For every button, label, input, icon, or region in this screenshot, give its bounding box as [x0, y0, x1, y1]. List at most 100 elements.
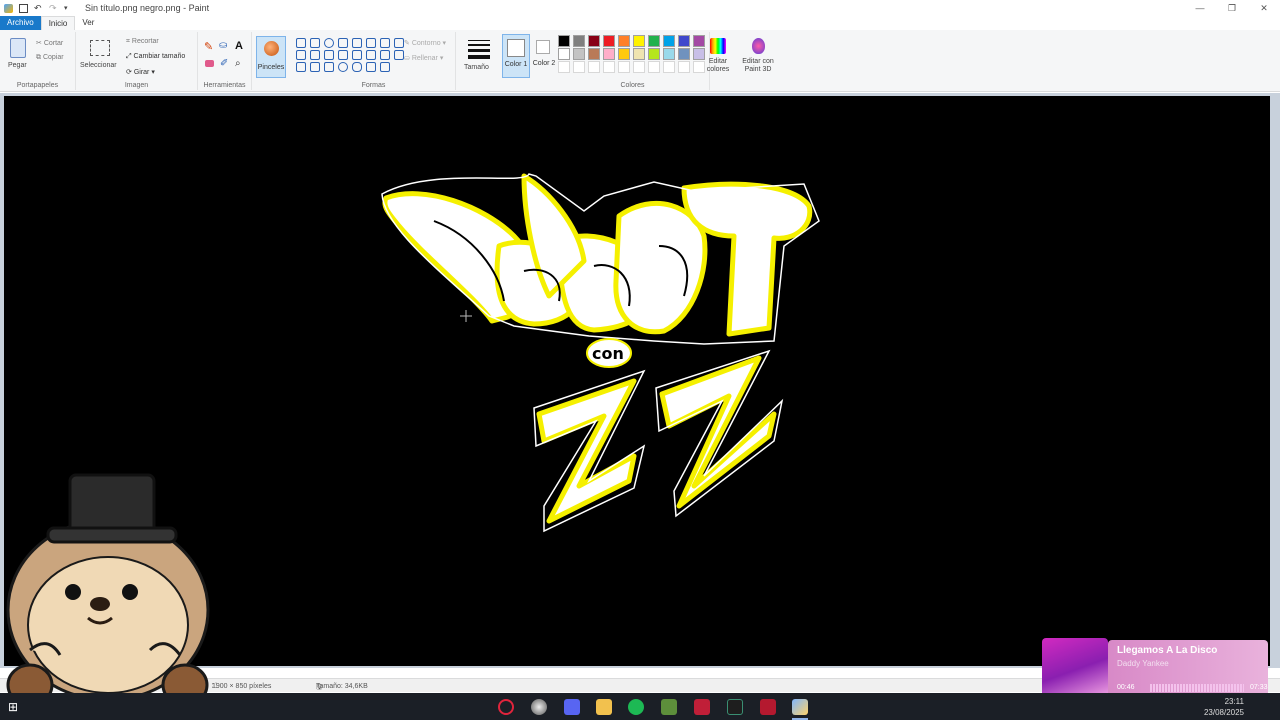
color-swatch[interactable]: [618, 61, 630, 73]
color-swatch[interactable]: [558, 35, 570, 47]
obs-icon[interactable]: [531, 699, 547, 715]
opera-browser-icon[interactable]: [498, 699, 514, 715]
color-swatch[interactable]: [663, 61, 675, 73]
color-swatch[interactable]: [603, 35, 615, 47]
color-swatch[interactable]: [633, 61, 645, 73]
pencil-icon[interactable]: ✎: [204, 40, 213, 53]
lightning-shape-icon[interactable]: [380, 62, 390, 72]
color-swatch[interactable]: [603, 48, 615, 60]
color-swatch[interactable]: [633, 35, 645, 47]
paint-taskbar-icon[interactable]: [792, 699, 808, 715]
edit-colors-button[interactable]: Editar colores: [704, 36, 732, 80]
callout-cloud-shape-icon[interactable]: [352, 62, 362, 72]
resize-button[interactable]: ⤢ Cambiar tamaño: [126, 53, 185, 61]
down-arrow-shape-icon[interactable]: [380, 50, 390, 60]
file-explorer-icon[interactable]: [596, 699, 612, 715]
undo-icon[interactable]: ↶: [34, 3, 43, 13]
color-swatch[interactable]: [573, 35, 585, 47]
color-swatch[interactable]: [648, 48, 660, 60]
eraser-icon[interactable]: [205, 60, 214, 67]
tab-home[interactable]: Inicio: [40, 16, 76, 30]
discord-icon[interactable]: [564, 699, 580, 715]
star4-shape-icon[interactable]: [394, 50, 404, 60]
rounded-rect-shape-icon[interactable]: [352, 38, 362, 48]
windows-start-icon[interactable]: ⊞: [8, 699, 24, 715]
terminal-icon[interactable]: [727, 699, 743, 715]
valorant-icon[interactable]: [760, 699, 776, 715]
capcut-icon[interactable]: [694, 699, 710, 715]
rectangle-shape-icon[interactable]: [338, 38, 348, 48]
save-icon[interactable]: [19, 3, 28, 13]
customize-chevron-icon[interactable]: ▾: [64, 4, 73, 13]
rotate-button[interactable]: ⟳ Girar ▾: [126, 68, 155, 76]
color-swatch[interactable]: [618, 48, 630, 60]
pentagon-shape-icon[interactable]: [310, 50, 320, 60]
cut-button[interactable]: ✂ Cortar: [36, 39, 63, 47]
fill-bucket-icon[interactable]: ⛀: [219, 40, 227, 51]
copy-button[interactable]: ⧉ Copiar: [36, 54, 64, 62]
outline-button[interactable]: ✎ Contorno ▾: [404, 39, 446, 47]
line-shape-icon[interactable]: [296, 38, 306, 48]
color1-button[interactable]: Color 1: [502, 34, 530, 78]
color-swatch[interactable]: [558, 61, 570, 73]
color-swatch[interactable]: [588, 35, 600, 47]
taskbar: ⊞ 23:11 23/08/2025: [0, 693, 1280, 720]
oval-shape-icon[interactable]: [324, 38, 334, 48]
color-palette[interactable]: [558, 35, 707, 73]
color-picker-icon[interactable]: ✐: [220, 58, 228, 69]
color-swatch[interactable]: [648, 61, 660, 73]
hexagon-shape-icon[interactable]: [324, 50, 334, 60]
color-swatch[interactable]: [618, 35, 630, 47]
system-clock[interactable]: 23:11 23/08/2025: [1204, 696, 1244, 718]
up-arrow-shape-icon[interactable]: [366, 50, 376, 60]
color-swatch[interactable]: [678, 35, 690, 47]
crop-button[interactable]: ⌗ Recortar: [126, 38, 159, 46]
maximize-button[interactable]: ❐: [1216, 0, 1248, 16]
brushes-button[interactable]: Pinceles: [256, 36, 286, 78]
color-swatch[interactable]: [633, 48, 645, 60]
callout-rect-shape-icon[interactable]: [324, 62, 334, 72]
color-swatch[interactable]: [573, 48, 585, 60]
color-swatch[interactable]: [603, 61, 615, 73]
shapes-gallery[interactable]: [296, 38, 404, 72]
polygon-shape-icon[interactable]: [366, 38, 376, 48]
minimize-button[interactable]: —: [1184, 0, 1216, 16]
star6-shape-icon[interactable]: [310, 62, 320, 72]
color-swatch[interactable]: [588, 61, 600, 73]
select-rect-icon[interactable]: [90, 40, 110, 56]
left-arrow-shape-icon[interactable]: [352, 50, 362, 60]
close-button[interactable]: ✕: [1248, 0, 1280, 16]
tab-file[interactable]: Archivo: [0, 16, 41, 30]
clipboard-icon[interactable]: [10, 38, 26, 58]
color-swatch[interactable]: [648, 35, 660, 47]
spotify-icon[interactable]: [628, 699, 644, 715]
color-swatch[interactable]: [573, 61, 585, 73]
curve-shape-icon[interactable]: [310, 38, 320, 48]
color-swatch[interactable]: [678, 48, 690, 60]
text-tool-icon[interactable]: A: [235, 40, 243, 52]
callout-oval-shape-icon[interactable]: [338, 62, 348, 72]
heart-shape-icon[interactable]: [366, 62, 376, 72]
color-swatch[interactable]: [558, 48, 570, 60]
paste-button[interactable]: Pegar: [8, 62, 27, 69]
color-swatch[interactable]: [663, 35, 675, 47]
copy-icon: ⧉: [36, 54, 43, 61]
color-swatch[interactable]: [588, 48, 600, 60]
redo-icon[interactable]: ↷: [49, 3, 58, 13]
color2-button[interactable]: Color 2: [532, 34, 556, 78]
paint3d-button[interactable]: Editar con Paint 3D: [738, 36, 778, 80]
tab-view[interactable]: Ver: [75, 16, 101, 30]
magnifier-icon[interactable]: ⌕: [235, 58, 241, 69]
color-swatch[interactable]: [678, 61, 690, 73]
size-button[interactable]: Tamaño: [464, 64, 489, 71]
color-swatch[interactable]: [663, 48, 675, 60]
fill-button[interactable]: ⛀ Rellenar ▾: [404, 54, 443, 62]
line-width-icon[interactable]: [468, 40, 490, 59]
star5-shape-icon[interactable]: [296, 62, 306, 72]
minecraft-icon[interactable]: [661, 699, 677, 715]
right-arrow-shape-icon[interactable]: [338, 50, 348, 60]
triangle-shape-icon[interactable]: [380, 38, 390, 48]
right-triangle-shape-icon[interactable]: [394, 38, 404, 48]
select-button[interactable]: Seleccionar: [80, 62, 117, 69]
diamond-shape-icon[interactable]: [296, 50, 306, 60]
